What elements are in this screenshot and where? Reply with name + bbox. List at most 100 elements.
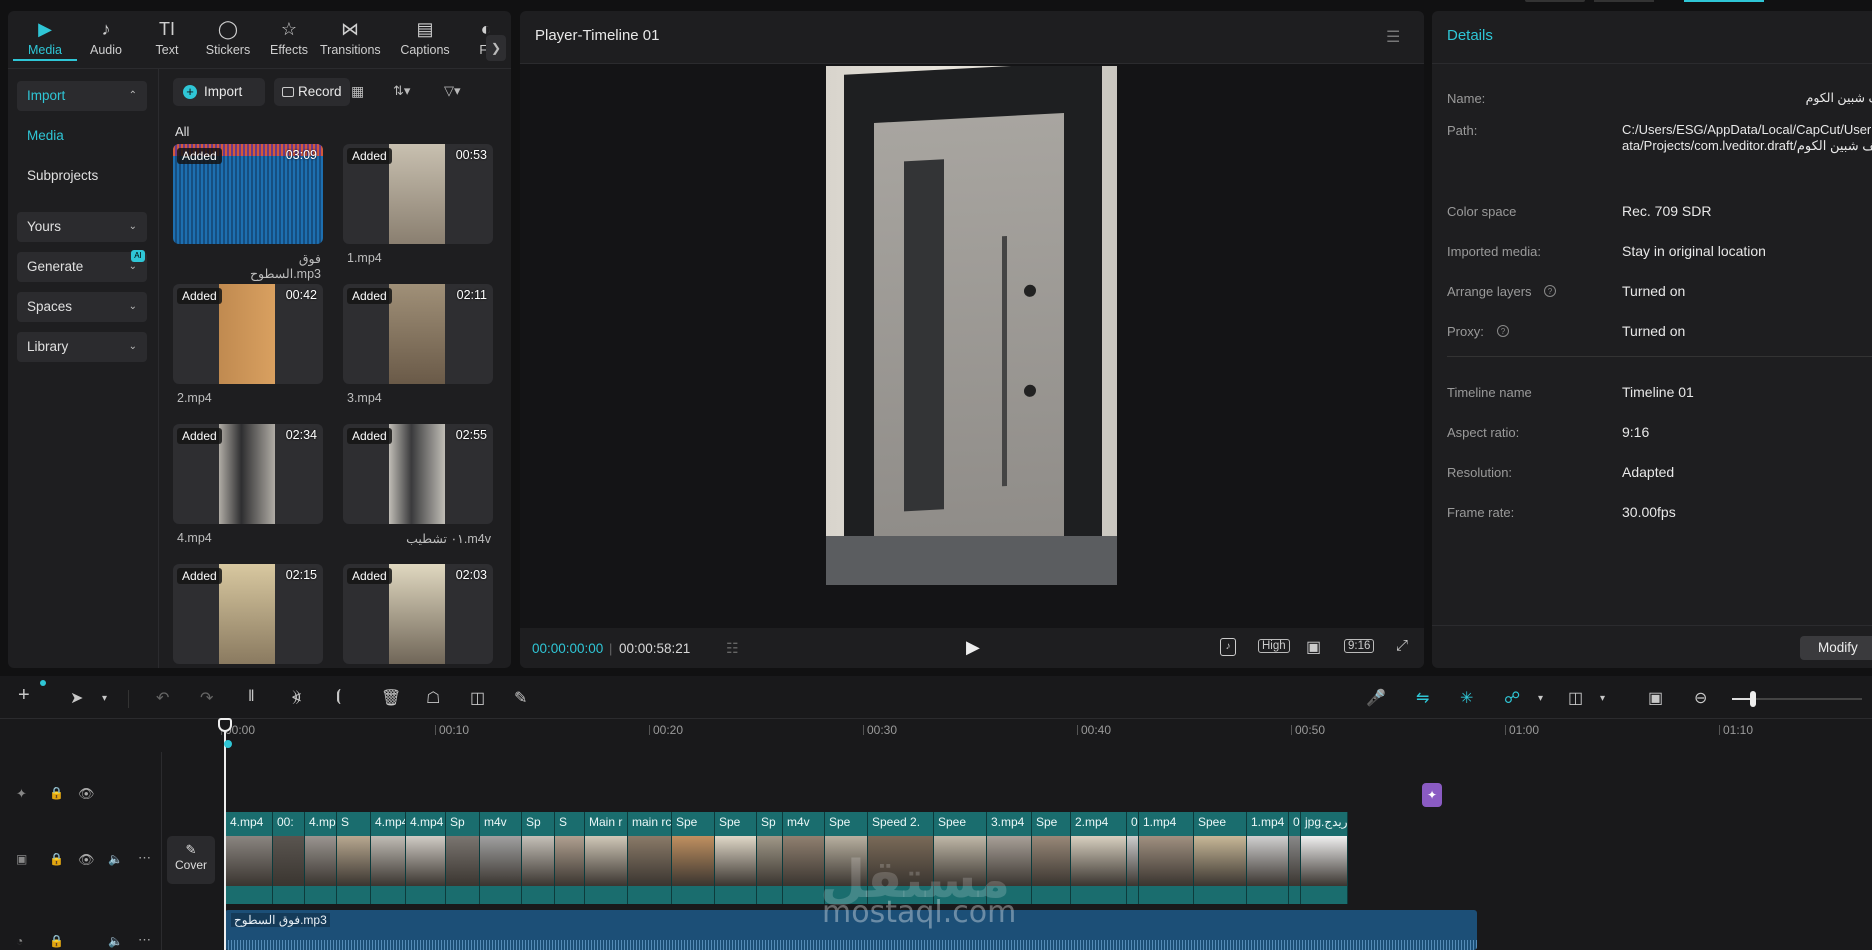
freeze-icon[interactable]: ◫ xyxy=(470,688,485,708)
tab-transitions[interactable]: ⋈ Transitions xyxy=(320,15,381,58)
import-button[interactable]: + Import xyxy=(173,78,265,106)
tab-stickers[interactable]: ◯ Stickers xyxy=(198,15,258,58)
tiktok-icon[interactable]: ♪ xyxy=(1220,638,1236,656)
video-clip[interactable]: Spe xyxy=(672,812,715,904)
video-clip[interactable]: 00: xyxy=(273,812,305,904)
tab-effects[interactable]: ☆ Effects xyxy=(259,15,319,58)
media-card[interactable]: Added 02:55 xyxy=(343,424,493,524)
media-card[interactable]: Added 00:42 xyxy=(173,284,323,384)
modify-button[interactable]: Modify xyxy=(1800,636,1872,660)
record-button[interactable]: Record xyxy=(274,78,350,106)
tab-captions[interactable]: ▤ Captions xyxy=(395,15,455,58)
sidebar-yours[interactable]: Yours ⌄ xyxy=(17,212,147,242)
filter-all-label[interactable]: All xyxy=(175,124,189,139)
speaker-icon[interactable]: 🔈 xyxy=(108,934,123,948)
video-clip[interactable]: Spee xyxy=(1194,812,1247,904)
waveform-icon[interactable]: ☷ xyxy=(726,640,739,657)
more-icon[interactable]: ⋯ xyxy=(138,850,151,866)
microphone-icon[interactable]: 🎤 xyxy=(1366,688,1386,708)
auto-snap-icon[interactable]: ✳ xyxy=(1460,688,1473,708)
zoom-fit-icon[interactable]: ▣ xyxy=(1306,637,1321,657)
marker-icon[interactable]: ☖ xyxy=(426,688,440,708)
tabs-scroll-right-button[interactable]: ❯ xyxy=(486,35,506,61)
select-cursor-icon[interactable]: ➤ xyxy=(70,688,83,708)
eye-icon[interactable]: 👁 xyxy=(78,852,95,868)
video-clip[interactable]: m4v xyxy=(480,812,522,904)
quality-button[interactable]: High xyxy=(1258,639,1290,653)
sort-icon[interactable]: ⇅▾ xyxy=(393,83,410,99)
video-clip[interactable]: 4.mp4 xyxy=(406,812,446,904)
video-clip[interactable]: 0( xyxy=(1127,812,1139,904)
sidebar-item-subprojects[interactable]: Subprojects xyxy=(17,161,147,191)
preview-axis-icon[interactable]: ◫ xyxy=(1568,688,1583,708)
zoom-out-icon[interactable]: ⊖ xyxy=(1694,688,1707,708)
video-clip[interactable]: Sp xyxy=(522,812,555,904)
video-clip[interactable]: main rc xyxy=(628,812,672,904)
playhead-handle[interactable] xyxy=(218,718,232,732)
sidebar-generate[interactable]: Generate ⌄ AI xyxy=(17,250,147,282)
undo-icon[interactable]: ↶ xyxy=(156,688,169,708)
video-clip[interactable]: 4.mp4 xyxy=(371,812,406,904)
lock-icon[interactable]: 🔒 xyxy=(49,934,64,948)
redo-icon[interactable]: ↷ xyxy=(200,688,213,708)
video-clip[interactable]: jpg.ريدج xyxy=(1301,812,1348,904)
speaker-icon[interactable]: 🔈 xyxy=(108,852,123,866)
magic-edit-icon[interactable]: ✎ xyxy=(514,688,527,708)
help-icon[interactable]: ? xyxy=(1544,285,1556,297)
split-left-icon[interactable]: ⦖ xyxy=(292,688,301,706)
media-card[interactable]: Added 02:34 xyxy=(173,424,323,524)
video-clip[interactable]: m4v xyxy=(783,812,825,904)
sidebar-item-media[interactable]: Media xyxy=(17,121,147,151)
filter-icon[interactable]: ▽▾ xyxy=(444,83,461,99)
main-track-link-icon[interactable]: ⇋ xyxy=(1416,688,1429,708)
zoom-fit-timeline-icon[interactable]: ▣ xyxy=(1648,688,1663,708)
video-clip[interactable]: Sp xyxy=(757,812,783,904)
effect-clip[interactable]: ✦ xyxy=(1422,783,1442,807)
video-clip[interactable]: Spe xyxy=(1032,812,1071,904)
link-icon[interactable]: ☍ xyxy=(1504,688,1520,708)
video-clip[interactable]: Sp xyxy=(446,812,480,904)
eye-icon[interactable]: 👁 xyxy=(78,786,95,802)
video-clip[interactable]: 4.mp4 xyxy=(226,812,273,904)
video-clip[interactable]: S xyxy=(555,812,585,904)
chevron-down-icon[interactable]: ▾ xyxy=(102,693,107,704)
ratio-button[interactable]: 9:16 xyxy=(1344,639,1375,653)
help-icon[interactable]: ? xyxy=(1497,325,1509,337)
chevron-down-icon[interactable]: ▾ xyxy=(1538,693,1543,704)
window-button[interactable] xyxy=(1525,0,1585,2)
sidebar-import[interactable]: Import ⌃ xyxy=(17,81,147,111)
lock-icon[interactable]: 🔒 xyxy=(49,852,64,866)
split-right-icon[interactable]: ⦗ xyxy=(336,688,341,706)
media-card[interactable]: Added 02:11 xyxy=(343,284,493,384)
video-clip[interactable]: 00: xyxy=(1289,812,1301,904)
delete-icon[interactable]: 🗑 xyxy=(381,688,401,708)
media-card[interactable]: Added 02:15 xyxy=(173,564,323,664)
menu-icon[interactable]: ☰ xyxy=(1386,27,1400,47)
sidebar-library[interactable]: Library ⌄ xyxy=(17,332,147,362)
tab-media[interactable]: ▶ Media xyxy=(15,15,75,58)
video-clip[interactable]: Spe xyxy=(715,812,757,904)
media-card[interactable]: Added 03:09 xyxy=(173,144,323,244)
tab-text[interactable]: TI Text xyxy=(137,15,197,58)
media-card[interactable]: Added 00:53 xyxy=(343,144,493,244)
more-icon[interactable]: ⋯ xyxy=(138,932,151,948)
fullscreen-icon[interactable]: ⤢ xyxy=(1396,637,1408,654)
video-clip[interactable]: 1.mp4 xyxy=(1247,812,1289,904)
video-clip[interactable]: 1.mp4 xyxy=(1139,812,1194,904)
export-button[interactable] xyxy=(1684,0,1764,2)
play-icon[interactable]: ▶ xyxy=(966,637,980,658)
window-button[interactable] xyxy=(1594,0,1654,2)
grid-view-icon[interactable]: ▦ xyxy=(351,83,364,100)
media-card[interactable]: Added 02:03 xyxy=(343,564,493,664)
video-clip[interactable]: 4.mp xyxy=(305,812,337,904)
video-clip[interactable]: 2.mp4 xyxy=(1071,812,1127,904)
tab-audio[interactable]: ♪ Audio xyxy=(76,15,136,58)
split-icon[interactable]: ‖ xyxy=(248,688,255,706)
lock-icon[interactable]: 🔒 xyxy=(49,786,64,800)
cover-button[interactable]: ✎ Cover xyxy=(167,836,215,884)
chevron-down-icon[interactable]: ▾ xyxy=(1600,693,1605,704)
video-clip[interactable]: Main r xyxy=(585,812,628,904)
zoom-slider-handle[interactable] xyxy=(1750,691,1756,707)
add-track-icon[interactable]: + xyxy=(18,684,30,707)
playhead-line[interactable] xyxy=(224,720,226,950)
